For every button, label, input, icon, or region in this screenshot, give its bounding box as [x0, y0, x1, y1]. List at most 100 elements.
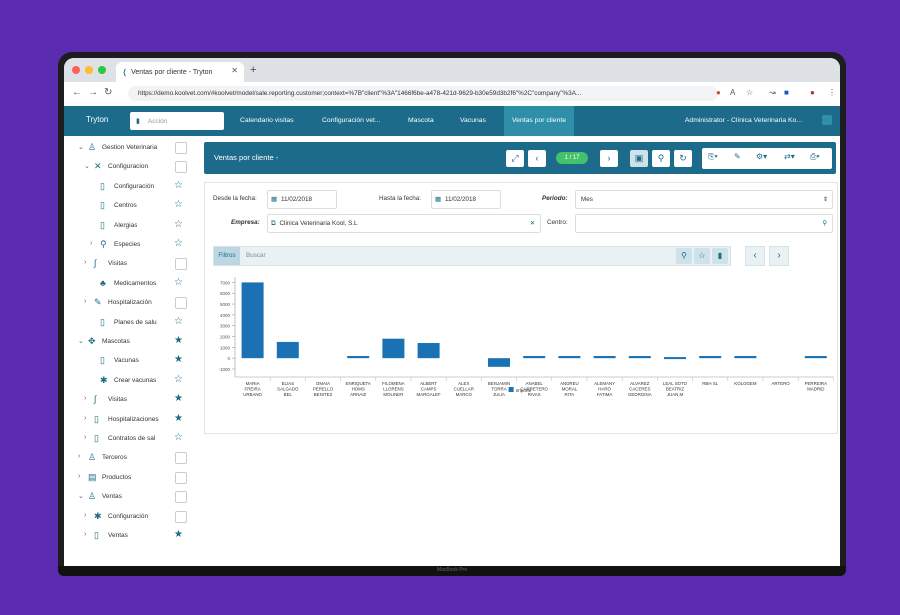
star-outline-icon[interactable]: ☆: [174, 277, 183, 288]
menu-item-vacunas[interactable]: Vacunas: [460, 106, 486, 136]
graph-view-icon[interactable]: ⚲: [652, 150, 670, 167]
sidebar-item[interactable]: ▯ Alergias ☆: [64, 216, 192, 235]
brand-logo[interactable]: Tryton: [86, 115, 108, 124]
sidebar-item[interactable]: › ▤ Productos: [64, 468, 192, 487]
filters-button[interactable]: Filtros: [214, 247, 240, 265]
reload-icon[interactable]: ↻: [104, 87, 112, 98]
user-label[interactable]: Administrator - Clínica Veterinaria Ko..…: [685, 106, 802, 136]
clear-icon[interactable]: ✕: [530, 220, 535, 227]
url-field[interactable]: https://demo.koolvet.com/#koolvet/model/…: [128, 86, 718, 101]
prev-page-button[interactable]: ‹: [745, 246, 765, 266]
bookmark-star-icon[interactable]: ☆: [694, 248, 710, 264]
menu-item-configuracion[interactable]: Configuración vet...: [322, 106, 381, 136]
relate-icon[interactable]: ⇄▾: [784, 152, 795, 161]
expand-arrow-icon[interactable]: ›: [84, 298, 86, 305]
sidebar-item[interactable]: › ∫ Visitas: [64, 254, 192, 273]
star-filled-icon[interactable]: ★: [174, 413, 183, 424]
sidebar-item[interactable]: › ♙ Terceros: [64, 448, 192, 467]
expand-icon[interactable]: ⤢: [506, 150, 524, 167]
profile-avatar[interactable]: ●: [810, 88, 815, 97]
expand-arrow-icon[interactable]: ›: [78, 473, 80, 480]
expand-arrow-icon[interactable]: ›: [84, 434, 86, 441]
close-tab-icon[interactable]: ✕: [231, 66, 238, 75]
next-page-button[interactable]: ›: [769, 246, 789, 266]
bookmark-star-icon[interactable]: ☆: [746, 88, 753, 97]
sidebar-item[interactable]: › ⚲ Especies ☆: [64, 235, 192, 254]
favorite-toggle[interactable]: [175, 142, 187, 154]
sidebar-item[interactable]: ♣ Medicamentos ☆: [64, 274, 192, 293]
minimize-window-button[interactable]: [85, 66, 93, 74]
star-outline-icon[interactable]: ☆: [174, 374, 183, 385]
kebab-menu-icon[interactable]: ⋮: [828, 88, 836, 97]
empresa-input[interactable]: ⧉ Clinica Veterinaria Kool, S.L ✕: [267, 214, 541, 233]
browser-tab[interactable]: ⟨ Ventas por cliente - Tryton ✕: [116, 62, 244, 82]
collapse-arrow-icon[interactable]: ⌄: [78, 143, 84, 151]
centro-input[interactable]: ⚲: [575, 214, 833, 233]
star-filled-icon[interactable]: ★: [174, 354, 183, 365]
sidebar-item[interactable]: › ▯ Ventas ★: [64, 526, 192, 545]
new-tab-icon[interactable]: +: [250, 64, 256, 76]
star-outline-icon[interactable]: ☆: [174, 238, 183, 249]
favorite-toggle[interactable]: [175, 491, 187, 504]
expand-arrow-icon[interactable]: ›: [84, 415, 86, 422]
expand-arrow-icon[interactable]: ›: [84, 531, 86, 538]
favorite-toggle[interactable]: [175, 510, 187, 523]
star-outline-icon[interactable]: ☆: [174, 316, 183, 327]
translate-icon[interactable]: A: [730, 88, 735, 97]
maximize-window-button[interactable]: [98, 66, 106, 74]
sidebar-item[interactable]: › ✎ Hospitalización: [64, 293, 192, 312]
favorite-toggle[interactable]: [175, 258, 187, 271]
filter-search-input[interactable]: Buscar: [246, 252, 266, 259]
star-filled-icon[interactable]: ★: [174, 335, 183, 346]
extension-icon[interactable]: ●: [716, 88, 721, 97]
sidebar-item[interactable]: ⌄ ✕ Configuracion: [64, 157, 192, 176]
reload-record-icon[interactable]: ↻: [674, 150, 692, 167]
print-icon[interactable]: ⎙▾: [810, 152, 820, 162]
action-gear-icon[interactable]: ⚙▾: [756, 152, 767, 161]
sidebar-item[interactable]: ⌄ ✥ Mascotas ★: [64, 332, 192, 351]
star-filled-icon[interactable]: ★: [174, 529, 183, 540]
sidebar-item[interactable]: › ▯ Hospitalizaciones ★: [64, 410, 192, 429]
extension-icon-2[interactable]: ↝: [769, 88, 776, 97]
action-search-input[interactable]: ▮ Acción: [130, 112, 224, 130]
form-view-icon[interactable]: ▣: [630, 150, 648, 167]
periodo-select[interactable]: Mes ⇕: [575, 190, 833, 209]
star-outline-icon[interactable]: ☆: [174, 219, 183, 230]
star-filled-icon[interactable]: ★: [174, 393, 183, 404]
menu-item-ventas-cliente[interactable]: Ventas por cliente: [504, 106, 575, 136]
sidebar-item[interactable]: ⌄ ♙ Ventas: [64, 487, 192, 506]
favorite-toggle[interactable]: [175, 297, 187, 310]
next-record-button[interactable]: ›: [600, 150, 618, 167]
menu-item-calendario[interactable]: Calendario visitas: [240, 106, 294, 136]
star-outline-icon[interactable]: ☆: [174, 199, 183, 210]
sidebar-item[interactable]: › ∫ Visitas ★: [64, 390, 192, 409]
forward-arrow-icon[interactable]: →: [88, 87, 98, 98]
hamburger-menu-icon[interactable]: [822, 115, 832, 125]
favorite-toggle[interactable]: [175, 161, 187, 174]
expand-arrow-icon[interactable]: ›: [84, 512, 86, 519]
sidebar-item[interactable]: ▯ Vacunas ★: [64, 351, 192, 370]
note-icon[interactable]: ✎: [734, 152, 741, 161]
extension-icon-3[interactable]: ■: [784, 88, 789, 97]
collapse-arrow-icon[interactable]: ⌄: [78, 492, 84, 500]
sidebar-item[interactable]: ⌄ ♙ Gestion Veterinaria: [64, 138, 192, 157]
expand-arrow-icon[interactable]: ›: [78, 453, 80, 460]
sidebar-item[interactable]: › ▯ Contratos de sal ☆: [64, 429, 192, 448]
star-outline-icon[interactable]: ☆: [174, 432, 183, 443]
sidebar-item[interactable]: ✱ Crear vacunas ☆: [64, 371, 192, 390]
sidebar-item[interactable]: ▯ Centros ☆: [64, 196, 192, 215]
favorite-toggle[interactable]: [175, 452, 187, 465]
expand-arrow-icon[interactable]: ›: [84, 259, 86, 266]
sidebar-item[interactable]: ▯ Configuración ☆: [64, 177, 192, 196]
hasta-date-input[interactable]: ▦ 11/02/2018: [431, 190, 501, 209]
favorite-toggle[interactable]: [175, 471, 187, 484]
search-icon[interactable]: ⚲: [676, 248, 692, 264]
desde-date-input[interactable]: ▦ 11/02/2018: [267, 190, 337, 209]
menu-item-mascota[interactable]: Mascota: [408, 106, 434, 136]
expand-arrow-icon[interactable]: ›: [90, 240, 92, 247]
previous-record-button[interactable]: ‹: [528, 150, 546, 167]
collapse-arrow-icon[interactable]: ⌄: [78, 337, 84, 345]
sidebar-item[interactable]: › ✱ Configuración: [64, 507, 192, 526]
close-window-button[interactable]: [72, 66, 80, 74]
expand-arrow-icon[interactable]: ›: [84, 395, 86, 402]
